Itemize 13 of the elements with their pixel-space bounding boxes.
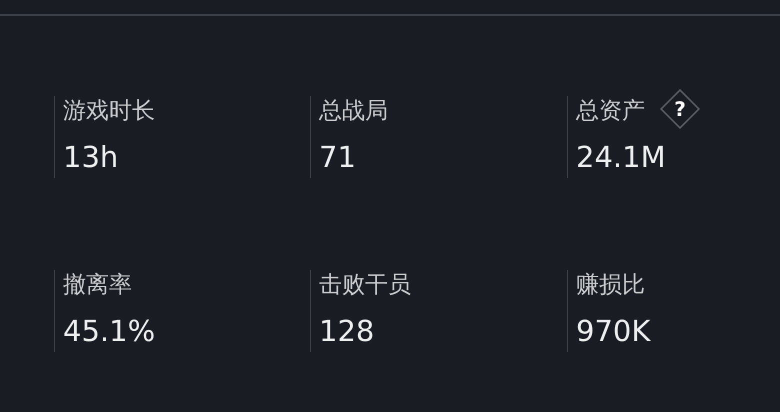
stat-label: 总战局 xyxy=(319,97,388,125)
stat-value: 71 xyxy=(319,140,357,174)
stat-value: 24.1M xyxy=(576,140,667,174)
help-button[interactable]: ? xyxy=(659,88,701,130)
stat-label: 撤离率 xyxy=(63,271,132,299)
stat-value: 970K xyxy=(576,314,652,348)
stat-label: 总资产 xyxy=(576,97,645,125)
stat-label: 赚损比 xyxy=(576,271,645,299)
stat-value: 128 xyxy=(319,314,376,348)
stat-label: 游戏时长 xyxy=(63,97,155,125)
stat-value: 45.1% xyxy=(63,314,156,348)
stat-value: 13h xyxy=(63,140,120,174)
stat-label: 击败干员 xyxy=(319,271,411,299)
